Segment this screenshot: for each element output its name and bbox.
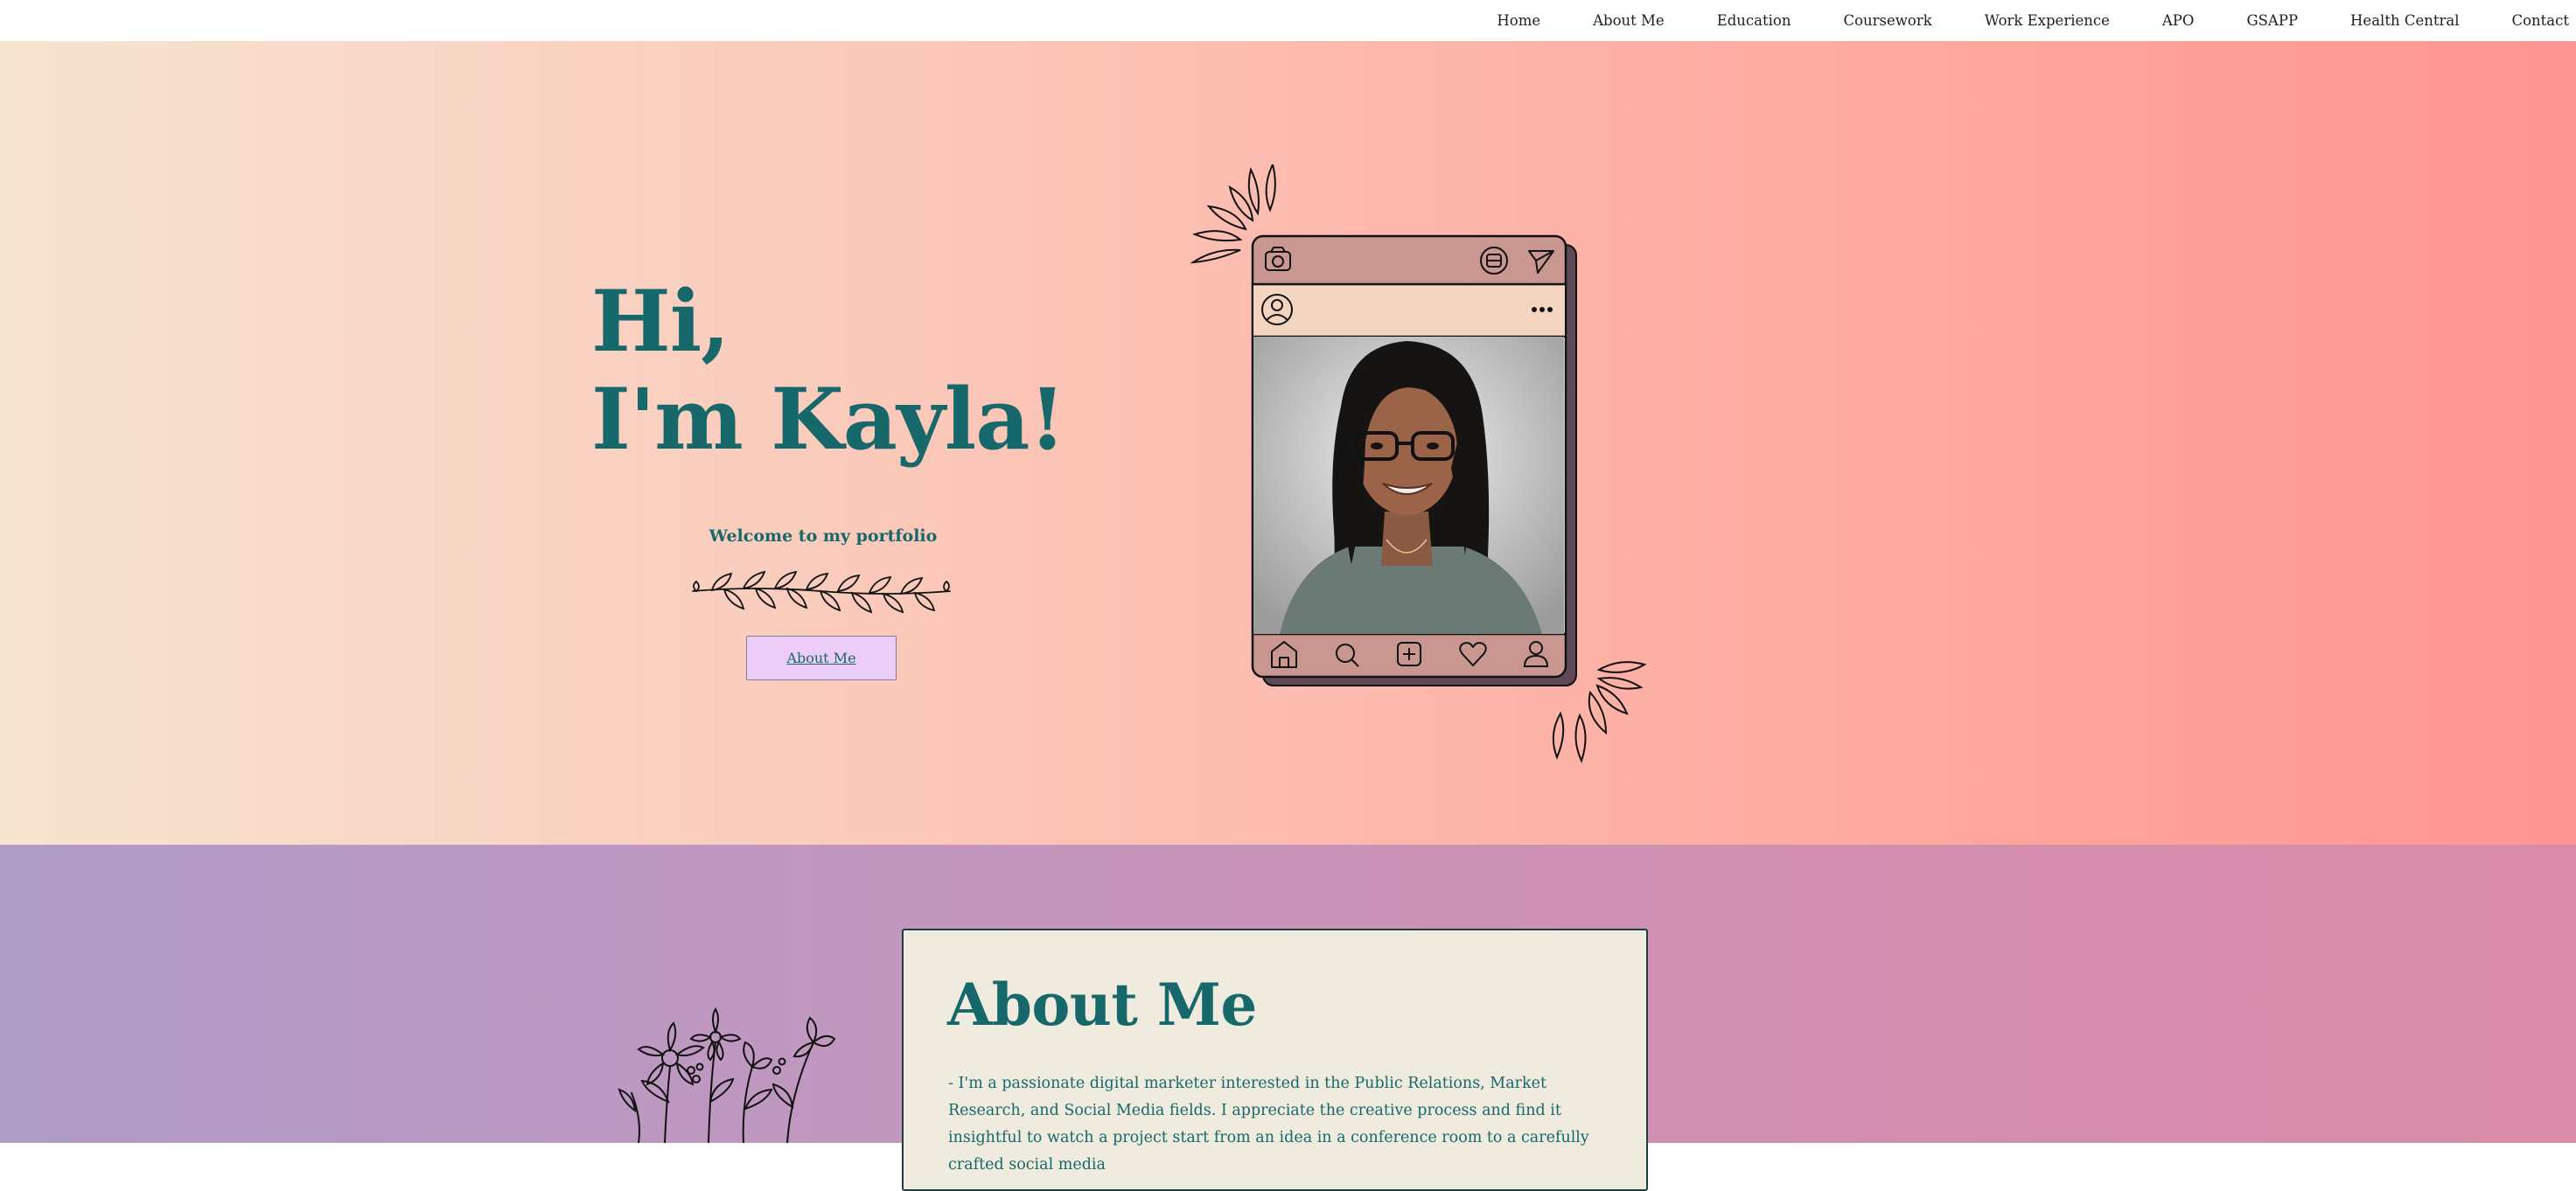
hero-heading: Hi, I'm Kayla! xyxy=(591,272,1066,469)
about-me-text: - I'm a passionate digital marketer inte… xyxy=(948,1075,1589,1174)
nav-link-gsapp[interactable]: GSAPP xyxy=(2246,12,2298,29)
hero-greeting-line1: Hi, xyxy=(591,272,730,371)
nav-link-health-central[interactable]: Health Central xyxy=(2350,12,2459,29)
about-me-card: About Me - I'm a passionate digital mark… xyxy=(902,929,1648,1191)
about-me-button[interactable]: About Me xyxy=(746,636,897,680)
nav-menu: Home About Me Education Coursework Work … xyxy=(1470,0,2576,41)
hero-greeting-line2: I'm Kayla! xyxy=(591,370,1066,469)
nav-link-apo[interactable]: APO xyxy=(2162,12,2195,29)
nav-link-education[interactable]: Education xyxy=(1717,12,1791,29)
nav-link-home[interactable]: Home xyxy=(1497,12,1540,29)
profile-photo xyxy=(1253,337,1564,634)
nav-link-work-experience[interactable]: Work Experience xyxy=(1985,12,2110,29)
welcome-subtitle: Welcome to my portfolio xyxy=(709,526,938,546)
nav-link-about-me[interactable]: About Me xyxy=(1593,12,1665,29)
about-me-title: About Me xyxy=(947,971,1257,1039)
vine-ornament xyxy=(692,570,951,614)
flower-illustration xyxy=(618,1007,836,1143)
nav-link-contact[interactable]: Contact xyxy=(2511,12,2569,29)
nav-link-coursework[interactable]: Coursework xyxy=(1843,12,1931,29)
top-navigation-bar: Home About Me Education Coursework Work … xyxy=(0,0,2576,42)
more-icon xyxy=(1532,307,1553,312)
